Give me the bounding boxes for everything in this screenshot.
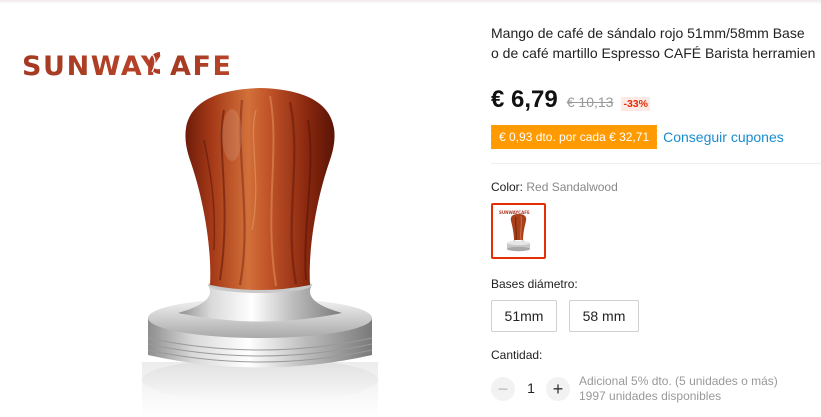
price-row: € 6,79 € 10,13 -33% xyxy=(491,86,650,114)
bulk-discount-note: Adicional 5% dto. (5 unidades o más) xyxy=(579,374,778,388)
coupon-badge: € 0,93 dto. por cada € 32,71 xyxy=(491,125,660,149)
brand-logo-mark: SUNWAY AFE xyxy=(22,51,233,81)
quantity-label: Cantidad: xyxy=(491,348,543,362)
current-price: € 6,79 xyxy=(491,86,558,113)
discount-badge: -33% xyxy=(621,97,650,111)
get-coupons-link[interactable]: Conseguir cupones xyxy=(663,129,784,145)
color-label: Color: Red Sandalwood xyxy=(491,180,618,194)
color-swatch-red-sandalwood[interactable]: SUNWAYCAFE xyxy=(491,203,546,259)
color-label-text: Color: xyxy=(491,180,524,194)
original-price: € 10,13 xyxy=(566,94,614,110)
product-title: Mango de café de sándalo rojo 51mm/58mm … xyxy=(491,23,821,63)
svg-text:SUNWAYCAFE: SUNWAYCAFE xyxy=(499,210,530,215)
tamper-product-image[interactable] xyxy=(120,80,440,417)
color-value: Red Sandalwood xyxy=(526,180,618,194)
tamper-thumbnail-icon: SUNWAYCAFE xyxy=(499,210,530,252)
quantity-decrease-button[interactable]: − xyxy=(491,377,515,401)
product-gallery[interactable]: SUNWAY AFE xyxy=(0,0,470,417)
divider xyxy=(491,163,821,164)
svg-text:AFE: AFE xyxy=(170,51,233,81)
svg-text:SUNWAY: SUNWAY xyxy=(22,51,162,81)
size-option-58mm[interactable]: 58 mm xyxy=(569,300,639,332)
product-title-line: Mango de café de sándalo rojo 51mm/58mm … xyxy=(491,25,805,41)
size-option-51mm[interactable]: 51mm xyxy=(491,300,557,332)
quantity-note: Adicional 5% dto. (5 unidades o más) 199… xyxy=(579,374,778,404)
stock-available-note: 1997 unidades disponibles xyxy=(579,389,722,403)
coupon-row: € 0,93 dto. por cada € 32,71 Conseguir c… xyxy=(491,125,784,149)
product-info-panel: Mango de café de sándalo rojo 51mm/58mm … xyxy=(491,0,821,417)
product-title-line: o de café martillo Espresso CAFÉ Barista… xyxy=(491,45,816,61)
brand-logo: SUNWAY AFE xyxy=(22,46,240,82)
quantity-increase-button[interactable]: + xyxy=(546,377,570,401)
quantity-value[interactable]: 1 xyxy=(524,380,538,396)
base-diameter-label: Bases diámetro: xyxy=(491,277,578,291)
